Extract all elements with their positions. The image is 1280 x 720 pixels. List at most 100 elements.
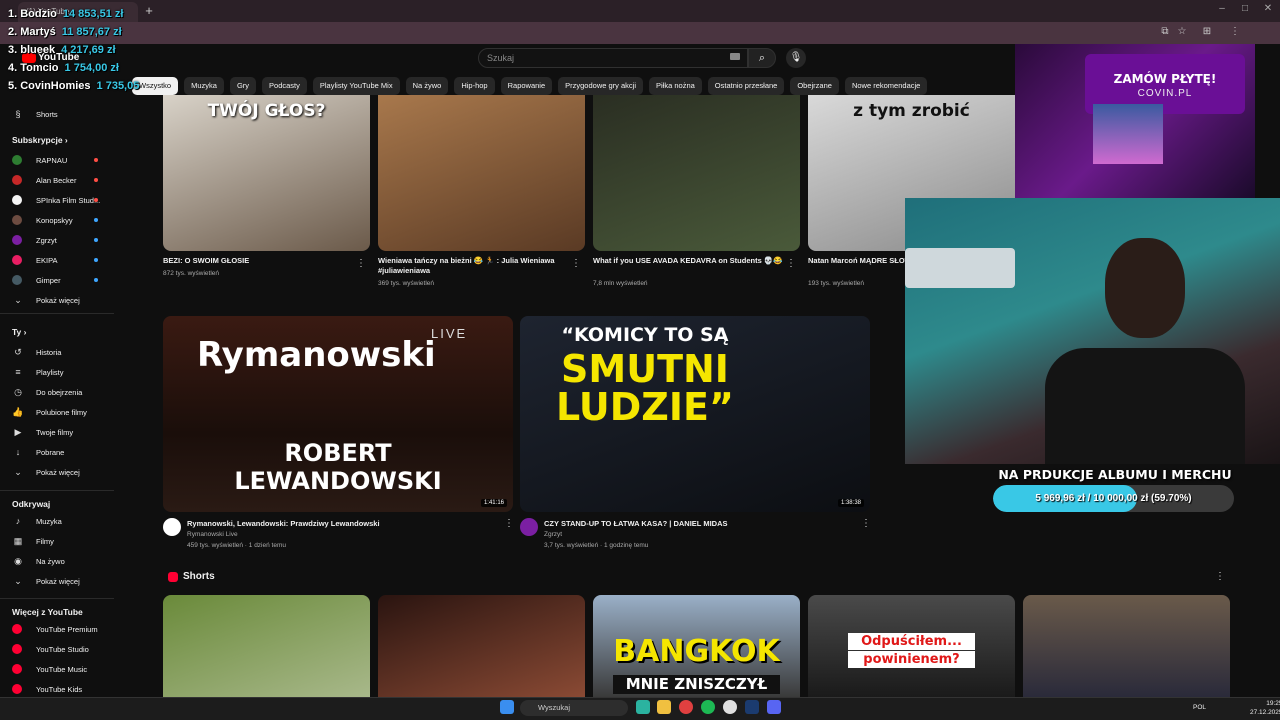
video-menu-icon[interactable]: ⋮: [786, 258, 796, 269]
channel-avatar[interactable]: [163, 518, 181, 536]
address-bar[interactable]: [0, 22, 1280, 44]
new-content-dot: [94, 238, 98, 242]
sidebar-item-youtube-studio[interactable]: YouTube Studio: [12, 642, 89, 656]
channel-avatar[interactable]: [520, 518, 538, 536]
clock-icon: ◷: [14, 387, 22, 397]
maximize-button[interactable]: □: [1235, 3, 1255, 14]
sidebar-item-label: Do obejrzenia: [36, 387, 83, 397]
new-content-dot: [94, 198, 98, 202]
video-menu-icon[interactable]: ⋮: [504, 518, 514, 529]
chip-7[interactable]: Rapowanie: [500, 77, 553, 95]
spotify-icon[interactable]: [701, 700, 715, 714]
sidebar-item[interactable]: ◉ Na żywo: [12, 554, 65, 568]
sidebar-item-subscription[interactable]: RAPNAU: [12, 153, 67, 167]
sidebar-item-subscription[interactable]: Konopskyy: [12, 213, 73, 227]
leaderboard-name: 3. blueek: [8, 44, 56, 56]
cast-icon[interactable]: ⧉: [1158, 26, 1172, 37]
sidebar-item-label: Na żywo: [36, 556, 65, 566]
sidebar-item[interactable]: ↺ Historia: [12, 345, 61, 359]
clock[interactable]: 19:25 27.12.2025: [1250, 699, 1280, 717]
language-indicator[interactable]: POL: [1193, 704, 1206, 711]
short-thumbnail[interactable]: [163, 595, 370, 697]
sidebar-item[interactable]: ♪ Muzyka: [12, 514, 62, 528]
sidebar-item[interactable]: ▦ Filmy: [12, 534, 54, 548]
sidebar-item-label: Zgrzyt: [36, 235, 57, 245]
leaderboard-entry: 5. CovinHomies 1 735,05: [8, 80, 139, 92]
chip-3[interactable]: Podcasty: [262, 77, 307, 95]
video-thumbnail[interactable]: Rymanowski LIVE ROBERT LEWANDOWSKI 1:41:16: [163, 316, 513, 512]
keyboard-icon[interactable]: [730, 53, 740, 60]
video-thumbnail[interactable]: [378, 95, 585, 251]
chip-10[interactable]: Ostatnio przesłane: [707, 77, 785, 95]
chip-4[interactable]: Playlisty YouTube Mix: [312, 77, 400, 95]
chip-6[interactable]: Hip-hop: [454, 77, 495, 95]
chip-1[interactable]: Muzyka: [184, 77, 224, 95]
mic-button[interactable]: 🎙: [786, 48, 806, 68]
sidebar-item[interactable]: ⌄ Pokaż więcej: [12, 574, 80, 588]
extensions-icon[interactable]: ⊞: [1200, 26, 1214, 37]
video-thumbnail[interactable]: “KOMICY TO SĄ SMUTNI LUDZIE” 1:38:38: [520, 316, 870, 512]
chip-11[interactable]: Obejrzane: [790, 77, 839, 95]
subscriptions-heading-label: Subskrypcje: [12, 135, 63, 145]
video-channel[interactable]: Rymanowski Live: [187, 530, 238, 539]
sidebar-item[interactable]: ⌄ Pokaż więcej: [12, 465, 80, 479]
sidebar-item-subscription[interactable]: Alan Becker: [12, 173, 76, 187]
short-thumbnail[interactable]: Odpuściłem... powinienem?: [808, 595, 1015, 697]
steam-icon[interactable]: [745, 700, 759, 714]
sidebar-item[interactable]: ≡ Playlisty: [12, 365, 63, 379]
taskbar-app-icon[interactable]: [636, 700, 650, 714]
start-icon[interactable]: [500, 700, 514, 714]
video-title[interactable]: Rymanowski, Lewandowski: Prawdziwy Lewan…: [187, 519, 487, 529]
sidebar-item-subscription[interactable]: Zgrzyt: [12, 233, 57, 247]
streamer-head: [1105, 238, 1185, 338]
sidebar-item[interactable]: ▶ Twoje filmy: [12, 425, 74, 439]
close-window-button[interactable]: ✕: [1258, 3, 1278, 14]
sidebar-item[interactable]: ◷ Do obejrzenia: [12, 385, 82, 399]
sidebar-item-youtube-premium[interactable]: YouTube Premium: [12, 622, 98, 636]
video-channel[interactable]: Zgrzyt: [544, 530, 562, 539]
video-title[interactable]: CZY STAND-UP TO ŁATWA KASA? | DANIEL MID…: [544, 519, 844, 529]
video-thumbnail[interactable]: [593, 95, 800, 251]
chip-9[interactable]: Piłka nożna: [649, 77, 702, 95]
short-thumbnail[interactable]: [1023, 595, 1230, 697]
sidebar-item-label: Polubione filmy: [36, 407, 87, 417]
video-title[interactable]: Wieniawa tańczy na bieżni 😂 🏃 : Julia Wi…: [378, 256, 568, 276]
you-heading[interactable]: Ty ›: [12, 327, 27, 337]
video-menu-icon[interactable]: ⋮: [356, 258, 366, 269]
subscriptions-heading[interactable]: Subskrypcje ›: [12, 135, 68, 145]
video-title[interactable]: What if you USE AVADA KEDAVRA on Student…: [593, 256, 783, 266]
discord-icon[interactable]: [767, 700, 781, 714]
sidebar-item-subscription[interactable]: Gimper: [12, 273, 61, 287]
folder-icon[interactable]: [657, 700, 671, 714]
sidebar-item-youtube-music[interactable]: YouTube Music: [12, 662, 87, 676]
sidebar-item-subscription[interactable]: SPInka Film Stud...: [12, 193, 100, 207]
video-thumbnail[interactable]: TWÓJ GŁOS?: [163, 95, 370, 251]
sidebar-item[interactable]: ⌄ Pokaż więcej: [12, 293, 80, 307]
chip-5[interactable]: Na żywo: [405, 77, 449, 95]
chip-12[interactable]: Nowe rekomendacje: [844, 77, 928, 95]
search-button[interactable]: ⌕: [748, 48, 776, 68]
menu-icon[interactable]: ⋮: [1228, 26, 1242, 37]
shorts-more-icon[interactable]: ⋮: [1215, 571, 1225, 582]
short-thumbnail[interactable]: BANGKOK MNIE ZNISZCZYŁ: [593, 595, 800, 697]
minimize-button[interactable]: –: [1212, 3, 1232, 14]
sidebar-item-subscription[interactable]: EKIPA: [12, 253, 58, 267]
chip-2[interactable]: Gry: [229, 77, 257, 95]
chrome-icon[interactable]: [679, 700, 693, 714]
taskbar-search[interactable]: Wyszukaj: [520, 700, 628, 716]
short-thumbnail[interactable]: [378, 595, 585, 697]
webcam-overlay: [905, 198, 1280, 464]
chip-8[interactable]: Przygodowe gry akcji: [558, 77, 644, 95]
youtube-app-icon: [12, 624, 22, 634]
sidebar-item[interactable]: § Shorts: [12, 107, 57, 121]
sidebar-item[interactable]: 👍 Polubione filmy: [12, 405, 87, 419]
sidebar-item[interactable]: ↓ Pobrane: [12, 445, 65, 459]
star-icon[interactable]: ☆: [1175, 26, 1189, 37]
video-meta: 459 tys. wyświetleń · 1 dzień temu: [187, 542, 286, 549]
video-menu-icon[interactable]: ⋮: [571, 258, 581, 269]
video-menu-icon[interactable]: ⋮: [861, 518, 871, 529]
app-icon[interactable]: [723, 700, 737, 714]
sidebar-item-youtube-kids[interactable]: YouTube Kids: [12, 682, 82, 696]
video-title[interactable]: BEZI: O SWOIM GŁOSIE: [163, 256, 353, 266]
search-input[interactable]: Szukaj: [478, 48, 748, 68]
